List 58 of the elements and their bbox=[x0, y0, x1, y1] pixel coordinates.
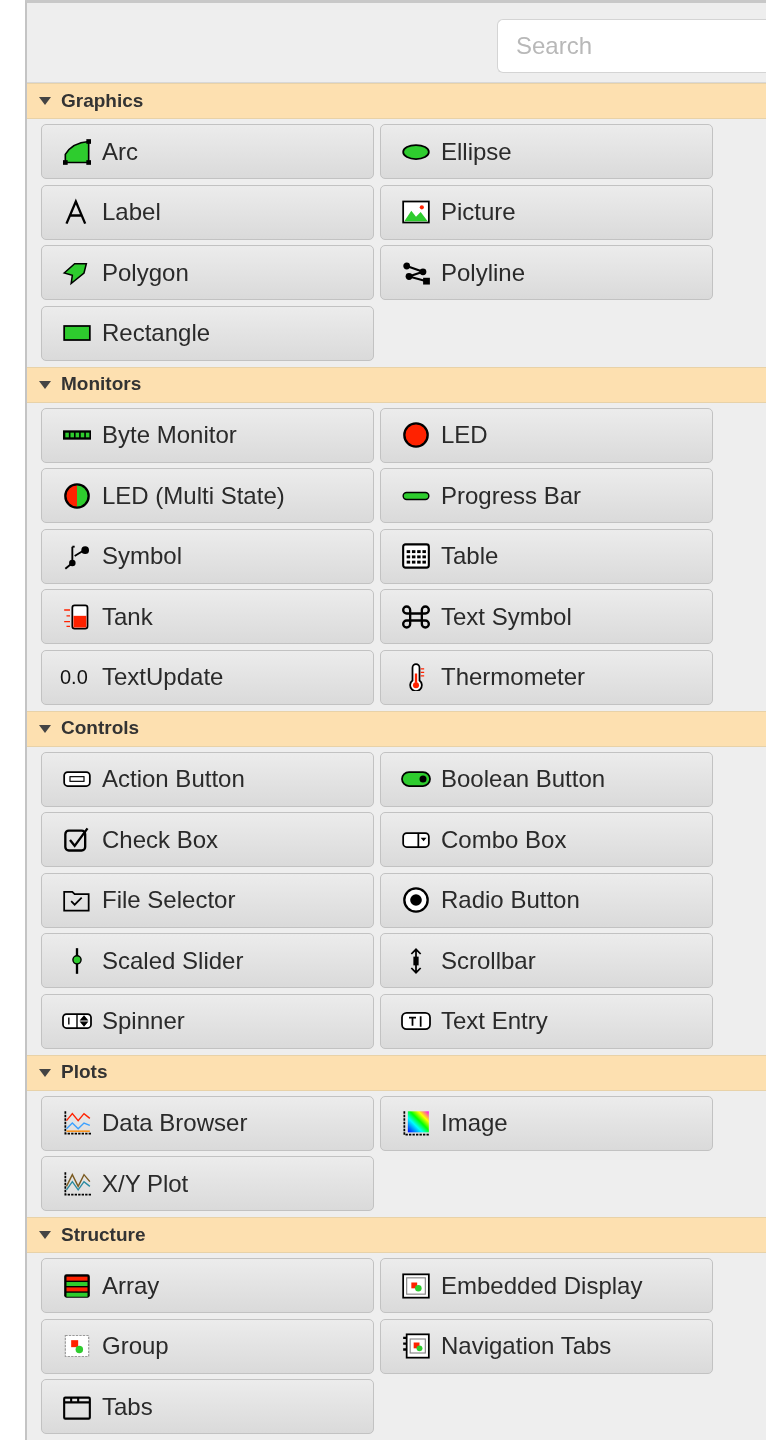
arc-icon bbox=[60, 137, 94, 166]
widget-button[interactable]: 0.0 TextUpdate bbox=[41, 649, 374, 705]
command-key-icon bbox=[399, 602, 433, 631]
section-title: Graphics bbox=[61, 88, 144, 113]
widget-button[interactable]: X/Y Plot bbox=[41, 1156, 374, 1211]
widget-button[interactable]: Action Button bbox=[41, 751, 374, 807]
section-header[interactable]: Monitors bbox=[27, 366, 766, 403]
widget-button[interactable]: Arc bbox=[41, 124, 374, 179]
widget-button[interactable]: Rectangle bbox=[41, 305, 374, 361]
caret-icon bbox=[39, 1067, 51, 1078]
widget-button[interactable]: Thermometer bbox=[380, 649, 713, 705]
caret-icon bbox=[39, 379, 51, 390]
widget-button[interactable]: Array bbox=[41, 1258, 374, 1313]
section-title: Structure bbox=[61, 1222, 146, 1247]
widget-button[interactable]: Group bbox=[41, 1318, 374, 1374]
widget-button[interactable]: Spinner bbox=[41, 993, 374, 1049]
widget-button[interactable]: Check Box bbox=[41, 812, 374, 867]
icon-text: 0.0 bbox=[60, 665, 89, 690]
widget-button[interactable]: Tank bbox=[41, 589, 374, 644]
table-icon bbox=[399, 542, 433, 570]
section-header[interactable]: Graphics bbox=[27, 83, 766, 119]
widget-button[interactable]: Radio Button bbox=[380, 872, 713, 928]
widget-button[interactable]: Embedded Display bbox=[380, 1258, 713, 1313]
search-field[interactable]: Search bbox=[497, 19, 766, 73]
widget-button[interactable]: Label bbox=[41, 184, 374, 240]
caret-icon bbox=[39, 1230, 51, 1240]
widget-button[interactable]: Table bbox=[380, 528, 713, 584]
caret-icon bbox=[39, 723, 51, 734]
section-header[interactable]: Plots bbox=[27, 1054, 766, 1091]
widget-button[interactable]: Text Symbol bbox=[380, 589, 713, 644]
caret-icon bbox=[39, 96, 51, 106]
section-title: Monitors bbox=[61, 372, 142, 397]
widget-button[interactable]: Text Entry bbox=[380, 993, 713, 1049]
widget-button[interactable]: Progress Bar bbox=[380, 468, 713, 523]
widget-button[interactable]: Symbol bbox=[41, 528, 374, 584]
widget-button[interactable]: Ellipse bbox=[380, 124, 713, 179]
widget-button[interactable]: Navigation Tabs bbox=[380, 1318, 713, 1374]
section-title: Controls bbox=[61, 716, 140, 741]
widget-button[interactable]: Scaled Slider bbox=[41, 933, 374, 988]
widget-button[interactable]: Polyline bbox=[380, 245, 713, 300]
widget-button[interactable]: LED bbox=[380, 407, 713, 463]
widget-button[interactable]: Byte Monitor bbox=[41, 407, 374, 463]
section-header[interactable]: Controls bbox=[27, 710, 766, 747]
widget-button[interactable]: Image bbox=[380, 1095, 713, 1151]
widget-button[interactable]: Scrollbar bbox=[380, 933, 713, 988]
widget-button[interactable]: Picture bbox=[380, 184, 713, 240]
section-header[interactable]: Structure bbox=[27, 1217, 766, 1253]
slider-icon bbox=[70, 946, 84, 975]
widget-button[interactable]: Boolean Button bbox=[380, 751, 713, 807]
picture-icon bbox=[399, 198, 433, 226]
widget-button[interactable]: Combo Box bbox=[380, 812, 713, 867]
widget-button[interactable]: LED (Multi State) bbox=[41, 468, 374, 523]
widget-button[interactable]: Polygon bbox=[41, 245, 374, 300]
section-title: Plots bbox=[61, 1060, 108, 1085]
widget-button[interactable]: Tabs bbox=[41, 1379, 374, 1434]
widget-button[interactable]: Data Browser bbox=[41, 1095, 374, 1151]
widget-button[interactable]: File Selector bbox=[41, 872, 374, 928]
framed-shapes-icon bbox=[399, 1271, 433, 1300]
